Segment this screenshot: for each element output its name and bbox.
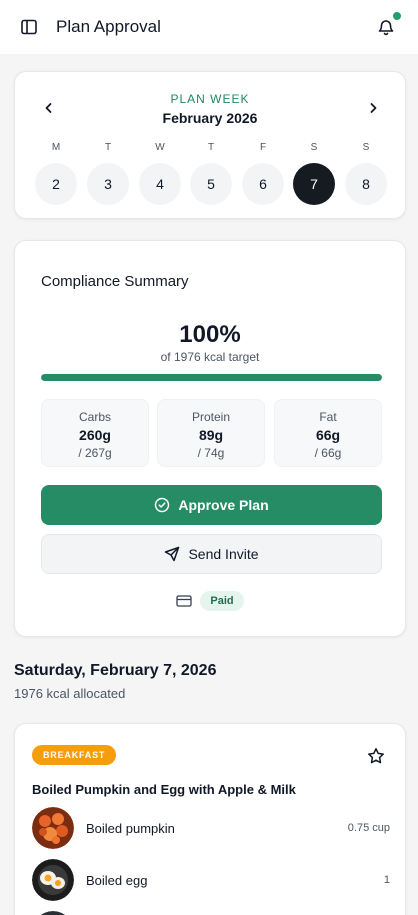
pumpkin-thumbnail <box>32 807 74 849</box>
payment-status-row: Paid <box>15 591 405 611</box>
day-letter: M <box>51 142 61 153</box>
compliance-summary-card: Compliance Summary 100% of 1976 kcal tar… <box>14 240 406 637</box>
day-letter: W <box>155 142 165 153</box>
summary-title: Compliance Summary <box>41 273 189 290</box>
food-item[interactable]: Boiled pumpkin 0.75 cup <box>32 806 390 850</box>
send-invite-label: Send Invite <box>188 546 259 562</box>
day-letter: S <box>310 142 318 153</box>
macro-target: / 267g <box>78 446 112 460</box>
macro-fat: Fat 66g / 66g <box>274 399 382 467</box>
next-week-button[interactable] <box>363 98 383 118</box>
macro-name: Fat <box>319 410 337 424</box>
macro-value: 260g <box>79 427 111 443</box>
credit-card-icon <box>176 595 193 607</box>
send-invite-button[interactable]: Send Invite <box>41 534 382 574</box>
food-quantity: 1 <box>383 874 390 886</box>
compliance-progress-bar <box>41 374 382 381</box>
notification-dot <box>393 12 401 20</box>
day-letter: T <box>207 142 215 153</box>
food-name: Boiled egg <box>86 872 148 888</box>
send-icon <box>165 546 180 562</box>
day-wednesday[interactable]: W 4 <box>139 142 181 205</box>
day-number[interactable]: 8 <box>345 163 387 205</box>
macro-target: / 74g <box>197 446 225 460</box>
day-monday[interactable]: M 2 <box>35 142 77 205</box>
paid-status-badge: Paid <box>200 591 244 611</box>
day-sunday[interactable]: S 8 <box>345 142 387 205</box>
week-label: PLAN WEEK <box>170 92 250 106</box>
day-number[interactable]: 4 <box>139 163 181 205</box>
meal-type-badge: BREAKFAST <box>32 745 117 765</box>
macro-protein: Protein 89g / 74g <box>157 399 265 467</box>
egg-thumbnail <box>32 859 74 901</box>
day-number[interactable]: 7 <box>293 163 335 205</box>
kcal-allocated-text: 1976 kcal allocated <box>14 686 126 701</box>
day-number[interactable]: 6 <box>242 163 284 205</box>
progress-fill <box>41 374 382 381</box>
food-item-partial[interactable] <box>32 910 390 915</box>
food-quantity: 0.75 cup <box>347 822 390 834</box>
compliance-percent: 100% <box>179 321 241 348</box>
day-letter: S <box>362 142 370 153</box>
macro-value: 66g <box>315 427 341 443</box>
check-circle-icon <box>155 497 170 513</box>
top-bar: Plan Approval <box>0 0 418 54</box>
day-letter: F <box>259 142 267 153</box>
day-saturday-selected[interactable]: S 7 <box>293 142 335 205</box>
food-thumbnail <box>32 911 74 915</box>
day-number[interactable]: 5 <box>190 163 232 205</box>
meal-title: Boiled Pumpkin and Egg with Apple & Milk <box>32 782 296 797</box>
macro-carbs: Carbs 260g / 267g <box>41 399 149 467</box>
approve-plan-button[interactable]: Approve Plan <box>41 485 382 525</box>
approve-plan-label: Approve Plan <box>178 497 269 513</box>
day-number[interactable]: 3 <box>87 163 129 205</box>
week-month: February 2026 <box>162 110 258 126</box>
day-friday[interactable]: F 6 <box>242 142 284 205</box>
kcal-target-text: of 1976 kcal target <box>160 350 260 364</box>
food-name: Boiled pumpkin <box>86 820 175 836</box>
sidebar-toggle-icon[interactable] <box>18 16 40 38</box>
day-number[interactable]: 2 <box>35 163 77 205</box>
day-tuesday[interactable]: T 3 <box>87 142 129 205</box>
meal-card-breakfast: BREAKFAST Boiled Pumpkin and Egg with Ap… <box>14 723 406 915</box>
food-item[interactable]: Boiled egg 1 <box>32 858 390 902</box>
macro-value: 89g <box>198 427 224 443</box>
macro-name: Protein <box>191 410 231 424</box>
week-selector-card: PLAN WEEK February 2026 M 2 T 3 W 4 T 5 … <box>14 71 406 219</box>
day-heading: Saturday, February 7, 2026 <box>14 662 217 679</box>
day-letter: T <box>104 142 112 153</box>
macro-target: / 66g <box>314 446 342 460</box>
day-thursday[interactable]: T 5 <box>190 142 232 205</box>
macro-name: Carbs <box>78 410 111 424</box>
star-icon[interactable] <box>365 745 387 767</box>
page-title: Plan Approval <box>56 17 161 36</box>
